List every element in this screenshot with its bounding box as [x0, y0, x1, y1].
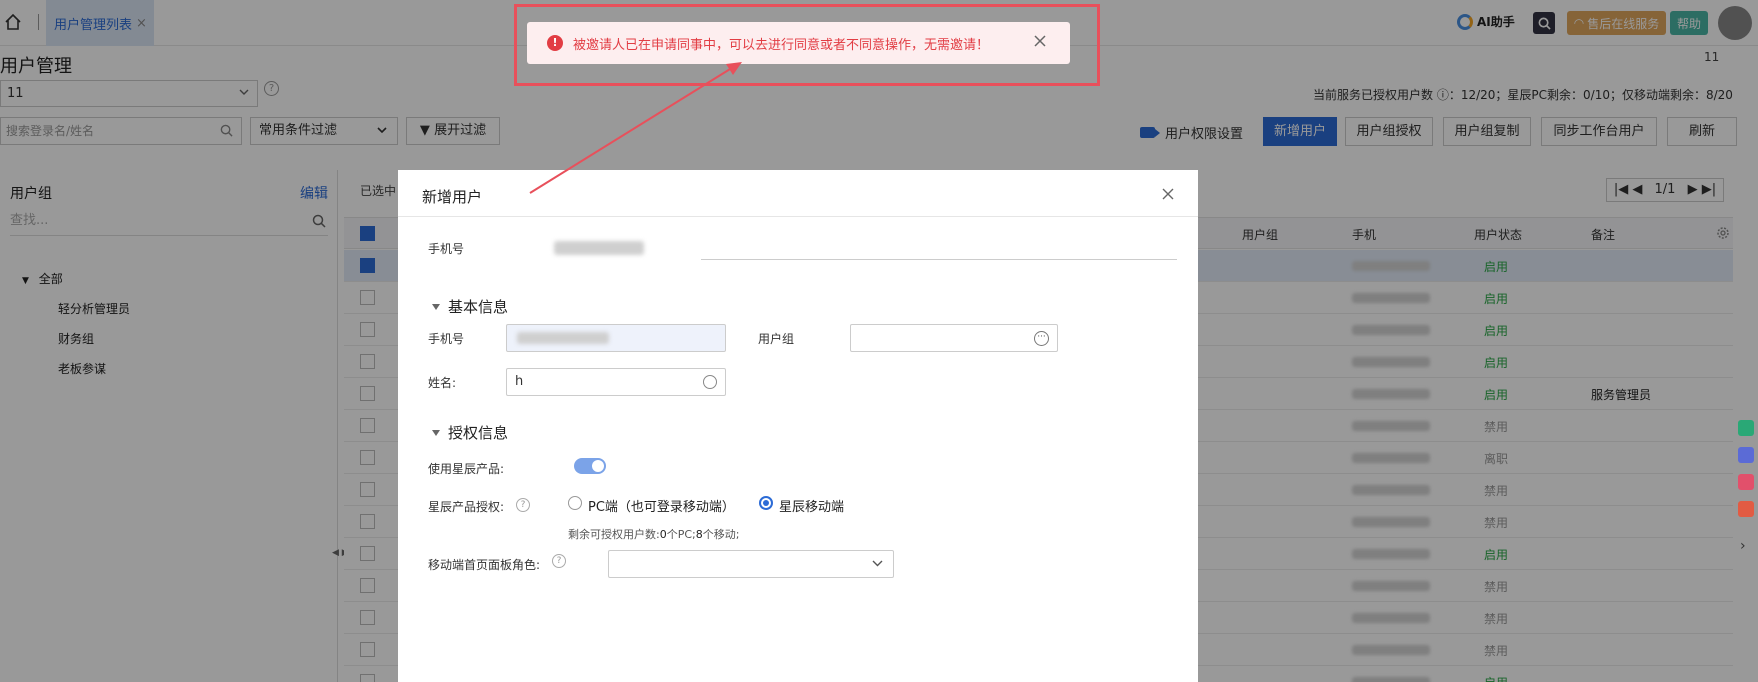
auth-info-section[interactable]: 授权信息 [432, 422, 508, 443]
more-icon[interactable]: ··· [1034, 331, 1049, 346]
name-input-value: h [515, 374, 524, 389]
help-question-icon[interactable]: ? [552, 554, 566, 568]
invite-phone-value-blurred [554, 241, 644, 255]
remaining-mobile-count: 8 [695, 528, 703, 541]
toast-message: 被邀请人已在申请同事中，可以去进行同意或者不同意操作，无需邀请！ [573, 37, 990, 53]
name-label: 姓名: [428, 376, 457, 390]
side-chat-widget-icon[interactable] [1738, 447, 1754, 463]
basic-info-title: 基本信息 [448, 298, 509, 316]
mobile-role-label: 移动端首页面板角色: [428, 558, 541, 572]
radio-mobile-label[interactable]: 星辰移动端 [779, 496, 844, 515]
use-product-label: 使用星辰产品: [428, 462, 505, 476]
mobile-role-select[interactable] [608, 550, 894, 578]
radio-pc-label[interactable]: PC端（也可登录移动端） [588, 496, 735, 515]
side-doc-widget-icon[interactable] [1738, 474, 1754, 490]
phone-input[interactable] [506, 324, 726, 352]
remaining-license-text: 剩余可授权用户数:0个PC;8个移动; [568, 526, 739, 542]
invite-phone-field[interactable] [701, 259, 1177, 260]
phone-label: 手机号 [428, 332, 465, 346]
caret-down-icon [432, 303, 440, 310]
remaining-mobile-suffix: 个移动; [702, 528, 740, 541]
auth-info-title: 授权信息 [448, 424, 509, 442]
basic-info-section[interactable]: 基本信息 [432, 296, 508, 317]
name-input[interactable]: h [506, 368, 726, 396]
chevron-right-icon[interactable]: › [1740, 538, 1746, 554]
phone-value-blurred [517, 332, 609, 344]
remaining-pc-suffix: 个PC; [666, 528, 696, 541]
product-auth-label: 星辰产品授权: [428, 500, 505, 514]
side-help-widget-icon[interactable] [1738, 420, 1754, 436]
close-icon[interactable] [1033, 34, 1047, 48]
invite-phone-label: 手机号 [428, 242, 465, 256]
help-question-icon[interactable]: ? [516, 498, 530, 512]
error-toast: ! 被邀请人已在申请同事中，可以去进行同意或者不同意操作，无需邀请！ [527, 22, 1070, 64]
radio-mobile[interactable] [759, 496, 773, 510]
remaining-prefix: 剩余可授权用户数: [568, 528, 660, 541]
modal-divider [398, 216, 1198, 217]
add-user-modal: 新增用户 手机号 基本信息 手机号 用户组 ··· 姓名: h 授权信息 使用星… [398, 170, 1198, 682]
clear-icon[interactable] [703, 375, 717, 389]
caret-down-icon [432, 429, 440, 436]
user-group-label: 用户组 [758, 332, 795, 346]
use-product-toggle[interactable] [574, 458, 606, 474]
close-icon[interactable] [1160, 186, 1176, 202]
radio-pc[interactable] [568, 496, 582, 510]
modal-title: 新增用户 [422, 188, 483, 206]
user-group-input[interactable]: ··· [850, 324, 1058, 352]
error-icon: ! [547, 35, 563, 51]
remaining-pc-count: 0 [659, 528, 667, 541]
side-list-widget-icon[interactable] [1738, 501, 1754, 517]
chevron-down-icon [872, 560, 883, 567]
